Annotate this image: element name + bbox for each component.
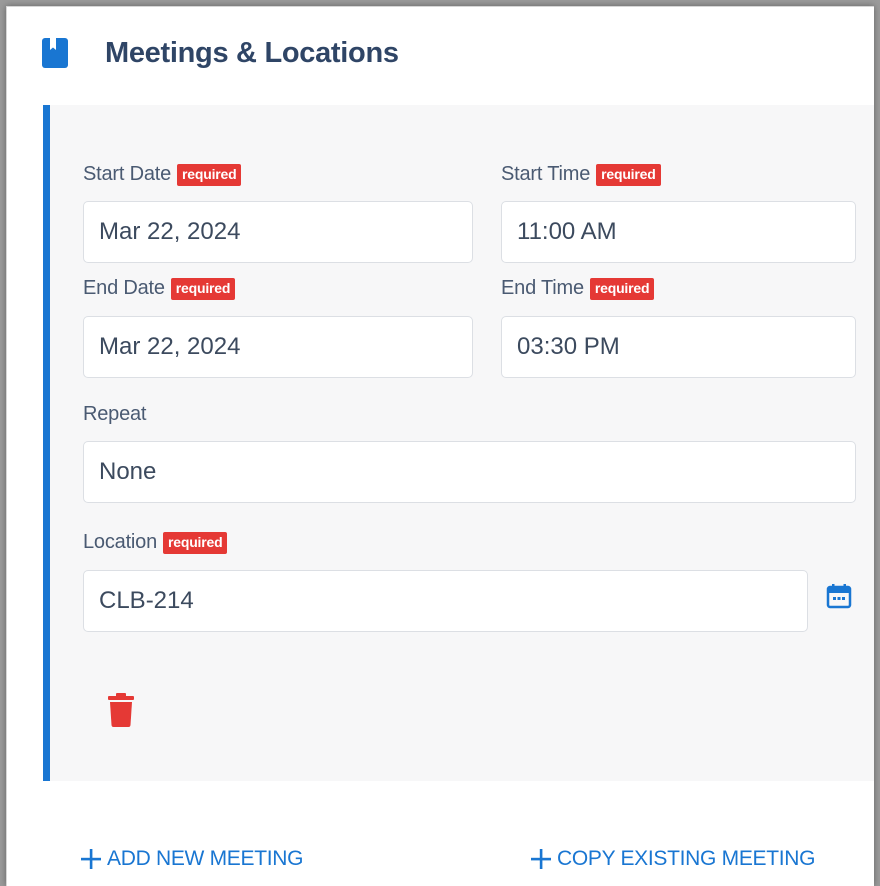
required-badge: required: [589, 277, 655, 300]
required-badge: required: [177, 163, 242, 186]
start-date-field[interactable]: Mar 22, 2024: [83, 201, 473, 263]
calendar-icon[interactable]: [826, 583, 852, 609]
required-badge: required: [163, 531, 228, 554]
add-new-meeting-button[interactable]: ADD NEW MEETING: [79, 847, 303, 871]
start-time-label: Start Time required: [501, 163, 661, 186]
section-header: Meetings & Locations: [41, 35, 399, 71]
plus-icon: [81, 849, 101, 869]
plus-icon: [531, 849, 551, 869]
start-time-field[interactable]: 11:00 AM: [501, 201, 856, 263]
repeat-select[interactable]: None: [83, 441, 856, 503]
copy-existing-meeting-label: COPY EXISTING MEETING: [557, 847, 816, 870]
location-label: Location required: [83, 531, 228, 554]
end-date-label: End Date required: [83, 277, 236, 300]
repeat-label: Repeat: [83, 403, 147, 425]
end-time-field[interactable]: 03:30 PM: [501, 316, 856, 378]
meeting-card: Start Date required Mar 22, 2024 Start T…: [43, 105, 874, 781]
end-date-field[interactable]: Mar 22, 2024: [83, 316, 473, 378]
book-icon: [42, 38, 68, 68]
meetings-panel: Meetings & Locations Start Date required…: [6, 6, 874, 886]
required-badge: required: [170, 277, 236, 300]
required-badge: required: [596, 163, 661, 186]
add-new-meeting-label: ADD NEW MEETING: [107, 847, 304, 870]
start-date-label: Start Date required: [83, 163, 242, 186]
copy-existing-meeting-button[interactable]: COPY EXISTING MEETING: [529, 847, 816, 871]
end-time-label: End Time required: [501, 277, 655, 300]
section-title: Meetings & Locations: [105, 36, 399, 69]
location-field[interactable]: CLB-214: [83, 570, 808, 632]
trash-icon[interactable]: [108, 693, 134, 727]
